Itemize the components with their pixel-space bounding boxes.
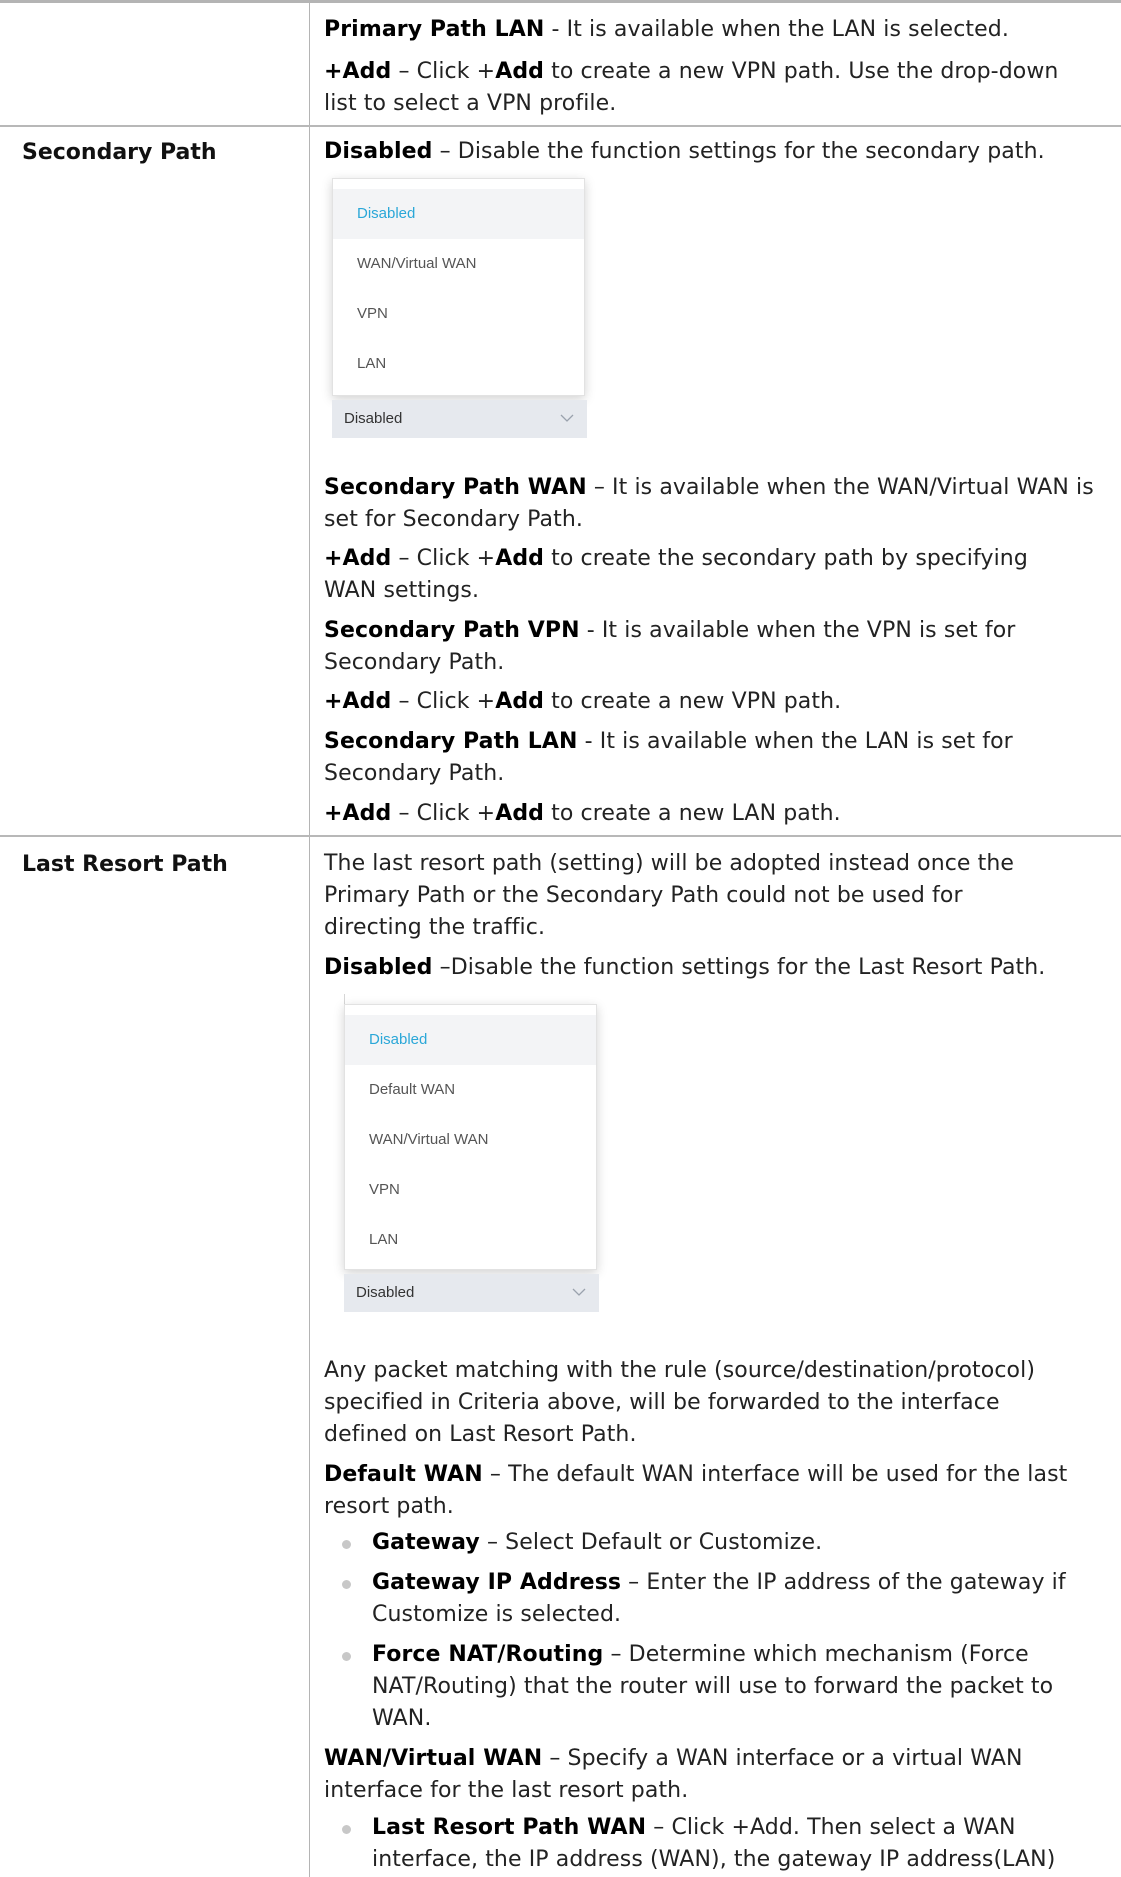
bullet-force-nat: Force NAT/Routing – Determine which mech… — [372, 1642, 1029, 1667]
document-page: Primary Path LAN - It is available when … — [0, 0, 1121, 1877]
last-resort-match-2: specified in Criteria above, will be for… — [324, 1390, 1000, 1415]
dropdown-option-lan[interactable]: LAN — [333, 339, 584, 389]
dropdown-option-vpn[interactable]: VPN — [345, 1165, 596, 1215]
secondary-wan-desc-line2: set for Secondary Path. — [324, 507, 583, 532]
secondary-add-wan-line2: WAN settings. — [324, 578, 480, 603]
row-divider — [0, 835, 1121, 837]
last-resort-match-3: defined on Last Resort Path. — [324, 1422, 637, 1447]
secondary-add-vpn-desc: +Add – Click +Add to create a new VPN pa… — [324, 689, 842, 714]
default-wan-line2: resort path. — [324, 1494, 454, 1519]
vwan-desc: WAN/Virtual WAN – Specify a WAN interfac… — [324, 1746, 1023, 1771]
primary-add-desc-line2: list to select a VPN profile. — [324, 91, 617, 116]
primary-path-lan-desc: Primary Path LAN - It is available when … — [324, 17, 1009, 42]
param-secondary-path: Secondary Path — [22, 140, 217, 165]
param-last-resort-path: Last Resort Path — [22, 852, 228, 877]
dropdown-option-default-wan[interactable]: Default WAN — [345, 1065, 596, 1115]
secondary-lan-desc: Secondary Path LAN - It is available whe… — [324, 729, 1013, 754]
dropdown-select-field[interactable]: Disabled — [332, 400, 587, 438]
bullet-icon — [342, 1652, 351, 1661]
bullet-gateway-ip-line2: Customize is selected. — [372, 1602, 622, 1627]
bullet-lrp-wan-line2: interface, the IP address (WAN), the gat… — [372, 1847, 1056, 1872]
bullet-lrp-wan: Last Resort Path WAN – Click +Add. Then … — [372, 1815, 1016, 1840]
chevron-down-icon — [560, 414, 574, 422]
secondary-disabled-desc: Disabled – Disable the function settings… — [324, 139, 1045, 164]
secondary-vpn-line2: Secondary Path. — [324, 650, 505, 675]
table-column-divider — [309, 0, 310, 1877]
last-resort-match-1: Any packet matching with the rule (sourc… — [324, 1358, 1035, 1383]
row-divider — [0, 125, 1121, 127]
dropdown-selected-value: Disabled — [344, 410, 403, 427]
bullet-force-nat-line3: WAN. — [372, 1706, 432, 1731]
bullet-gateway: Gateway – Select Default or Customize. — [372, 1530, 823, 1555]
bullet-force-nat-line2: NAT/Routing) that the router will use to… — [372, 1674, 1054, 1699]
bullet-gateway-ip: Gateway IP Address – Enter the IP addres… — [372, 1570, 1066, 1595]
secondary-add-lan-desc: +Add – Click +Add to create a new LAN pa… — [324, 801, 841, 826]
primary-add-desc: +Add – Click +Add to create a new VPN pa… — [324, 59, 1059, 84]
dropdown-option-wan-virtual-wan[interactable]: WAN/Virtual WAN — [345, 1115, 596, 1165]
bullet-icon — [342, 1540, 351, 1549]
dropdown-option-lan[interactable]: LAN — [345, 1215, 596, 1265]
bullet-icon — [342, 1580, 351, 1589]
dropdown-option-vpn[interactable]: VPN — [333, 289, 584, 339]
dropdown-select-field[interactable]: Disabled — [344, 1274, 599, 1312]
secondary-wan-desc: Secondary Path WAN – It is available whe… — [324, 475, 1094, 500]
secondary-vpn-desc: Secondary Path VPN - It is available whe… — [324, 618, 1016, 643]
secondary-path-dropdown-figure: Disabled WAN/Virtual WAN VPN LAN Disable… — [332, 178, 587, 442]
dropdown-option-disabled[interactable]: Disabled — [345, 1015, 596, 1065]
vwan-line2: interface for the last resort path. — [324, 1778, 689, 1803]
default-wan-desc: Default WAN – The default WAN interface … — [324, 1462, 1068, 1487]
last-resort-intro-2: Primary Path or the Secondary Path could… — [324, 883, 963, 908]
bullet-icon — [342, 1825, 351, 1834]
last-resort-dropdown-figure: Disabled Default WAN WAN/Virtual WAN VPN… — [344, 994, 599, 1316]
last-resort-disabled-desc: Disabled –Disable the function settings … — [324, 955, 1046, 980]
last-resort-intro-3: directing the traffic. — [324, 915, 546, 940]
dropdown-option-disabled[interactable]: Disabled — [333, 189, 584, 239]
dropdown-menu: Disabled Default WAN WAN/Virtual WAN VPN… — [344, 1004, 597, 1270]
table-top-border — [0, 0, 1121, 3]
dropdown-option-wan-virtual-wan[interactable]: WAN/Virtual WAN — [333, 239, 584, 289]
secondary-lan-line2: Secondary Path. — [324, 761, 505, 786]
secondary-add-wan-desc: +Add – Click +Add to create the secondar… — [324, 546, 1028, 571]
last-resort-intro-1: The last resort path (setting) will be a… — [324, 851, 1015, 876]
dropdown-selected-value: Disabled — [356, 1284, 415, 1301]
dropdown-menu: Disabled WAN/Virtual WAN VPN LAN — [332, 178, 585, 396]
chevron-down-icon — [572, 1288, 586, 1296]
